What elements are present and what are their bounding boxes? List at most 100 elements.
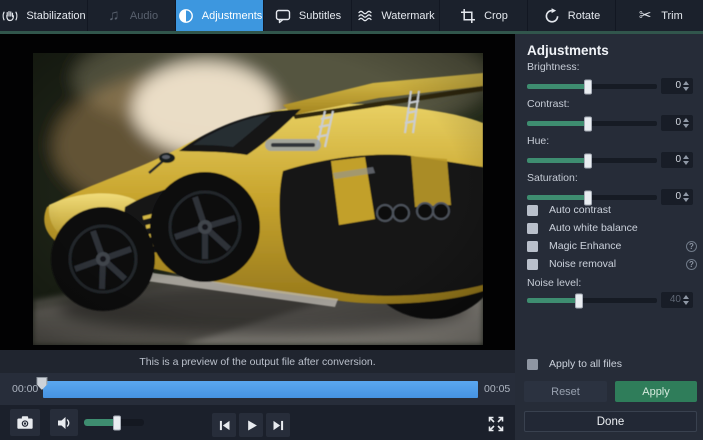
contrast-label: Contrast: xyxy=(527,98,693,111)
apply-button[interactable]: Apply xyxy=(615,381,697,402)
timeline: 00:00 00:05 xyxy=(0,373,515,405)
tab-label: Stabilization xyxy=(26,10,85,22)
spin-up-arrow xyxy=(683,295,689,299)
contrast-slider[interactable] xyxy=(527,121,657,126)
noise-level-value-spinbox: 40 xyxy=(661,292,693,308)
brightness-slider-thumb[interactable] xyxy=(584,79,592,94)
volume-thumb[interactable] xyxy=(113,415,121,430)
slider-fill xyxy=(527,121,588,126)
slider-fill xyxy=(527,195,588,200)
volume-button[interactable] xyxy=(50,409,78,436)
spin-down-arrow xyxy=(683,301,689,305)
slider-fill xyxy=(527,158,588,163)
seek-bar[interactable] xyxy=(43,381,478,398)
slider-fill xyxy=(527,84,588,89)
noise-removal-checkbox[interactable] xyxy=(527,259,538,270)
contrast-circle-icon xyxy=(177,7,195,24)
noise-level-control: 40 xyxy=(527,292,693,308)
play-button[interactable] xyxy=(239,413,263,437)
fullscreen-button[interactable] xyxy=(485,413,507,435)
video-preview-area xyxy=(0,34,515,350)
previous-frame-button[interactable] xyxy=(212,413,236,437)
tab-crop[interactable]: Crop xyxy=(440,0,528,31)
apply-to-all-checkbox[interactable] xyxy=(527,359,538,370)
hue-control: Hue: 0 xyxy=(527,135,693,168)
tab-adjustments[interactable]: Adjustments xyxy=(176,0,264,31)
brightness-value: 0 xyxy=(675,78,681,94)
magic-enhance-checkbox[interactable] xyxy=(527,241,538,252)
brightness-label: Brightness: xyxy=(527,61,693,74)
magic-enhance-row[interactable]: Magic Enhance ? xyxy=(527,239,697,253)
saturation-slider[interactable] xyxy=(527,195,657,200)
saturation-control: Saturation: 0 xyxy=(527,172,693,205)
noise-removal-label: Noise removal xyxy=(549,258,616,270)
next-frame-button[interactable] xyxy=(266,413,290,437)
hue-value-spinbox[interactable]: 0 xyxy=(661,152,693,168)
play-icon xyxy=(244,418,259,433)
saturation-label: Saturation: xyxy=(527,172,693,185)
spin-down-arrow[interactable] xyxy=(683,124,689,128)
spin-down-arrow[interactable] xyxy=(683,87,689,91)
time-start-label: 00:00 xyxy=(12,373,38,405)
tab-trim[interactable]: ✂ Trim xyxy=(616,0,703,31)
next-frame-icon xyxy=(271,418,286,433)
tab-rotate[interactable]: Rotate xyxy=(528,0,616,31)
apply-to-all-label: Apply to all files xyxy=(549,358,622,370)
speech-bubble-icon xyxy=(274,7,292,24)
brightness-slider[interactable] xyxy=(527,84,657,89)
time-end-label: 00:05 xyxy=(484,373,510,405)
spin-down-arrow[interactable] xyxy=(683,161,689,165)
snapshot-button[interactable] xyxy=(10,409,40,436)
tab-subtitles[interactable]: Subtitles xyxy=(264,0,352,31)
auto-contrast-row[interactable]: Auto contrast xyxy=(527,203,697,217)
spin-down-arrow[interactable] xyxy=(683,198,689,202)
contrast-control: Contrast: 0 xyxy=(527,98,693,131)
auto-contrast-checkbox[interactable] xyxy=(527,205,538,216)
tab-label: Trim xyxy=(661,10,683,22)
tab-label: Adjustments xyxy=(202,10,263,22)
apply-to-all-row[interactable]: Apply to all files xyxy=(527,357,697,371)
preview-hint-text: This is a preview of the output file aft… xyxy=(139,356,375,368)
noise-removal-row[interactable]: Noise removal ? xyxy=(527,257,697,271)
contrast-value-spinbox[interactable]: 0 xyxy=(661,115,693,131)
help-icon[interactable]: ? xyxy=(686,259,697,270)
done-button[interactable]: Done xyxy=(524,411,697,432)
noise-level-slider-thumb[interactable] xyxy=(575,293,583,308)
spin-up-arrow[interactable] xyxy=(683,192,689,196)
help-icon[interactable]: ? xyxy=(686,241,697,252)
auto-white-balance-label: Auto white balance xyxy=(549,222,638,234)
spin-up-arrow[interactable] xyxy=(683,155,689,159)
brightness-value-spinbox[interactable]: 0 xyxy=(661,78,693,94)
noise-level-value: 40 xyxy=(670,292,681,308)
volume-slider[interactable] xyxy=(84,419,144,426)
spin-up-arrow[interactable] xyxy=(683,81,689,85)
rotate-arrow-icon xyxy=(543,7,561,24)
slider-fill xyxy=(527,298,579,303)
hue-label: Hue: xyxy=(527,135,693,148)
auto-white-balance-checkbox[interactable] xyxy=(527,223,538,234)
noise-level-slider[interactable] xyxy=(527,298,657,303)
hue-value: 0 xyxy=(675,152,681,168)
reset-button[interactable]: Reset xyxy=(524,381,607,402)
auto-white-balance-row[interactable]: Auto white balance xyxy=(527,221,697,235)
contrast-slider-thumb[interactable] xyxy=(584,116,592,131)
preview-hint: This is a preview of the output file aft… xyxy=(0,350,515,373)
auto-contrast-label: Auto contrast xyxy=(549,204,611,216)
tab-label: Audio xyxy=(130,10,158,22)
snapshot-camera-icon xyxy=(16,415,34,430)
hue-slider[interactable] xyxy=(527,158,657,163)
noise-level-label: Noise level: xyxy=(527,277,581,290)
crop-frame-icon xyxy=(459,7,477,24)
brightness-control: Brightness: 0 xyxy=(527,61,693,94)
stabilization-hand-icon xyxy=(1,7,19,24)
previous-frame-icon xyxy=(217,418,232,433)
fullscreen-icon xyxy=(487,415,505,433)
tab-watermark[interactable]: Watermark xyxy=(352,0,440,31)
tab-stabilization[interactable]: Stabilization xyxy=(0,0,88,31)
hue-slider-thumb[interactable] xyxy=(584,153,592,168)
magic-enhance-label: Magic Enhance xyxy=(549,240,621,252)
watermark-waves-icon xyxy=(356,7,374,24)
adjustments-panel: Adjustments Brightness: 0 Contrast: xyxy=(515,34,703,440)
spin-up-arrow[interactable] xyxy=(683,118,689,122)
tab-audio: ♫ Audio xyxy=(88,0,176,31)
